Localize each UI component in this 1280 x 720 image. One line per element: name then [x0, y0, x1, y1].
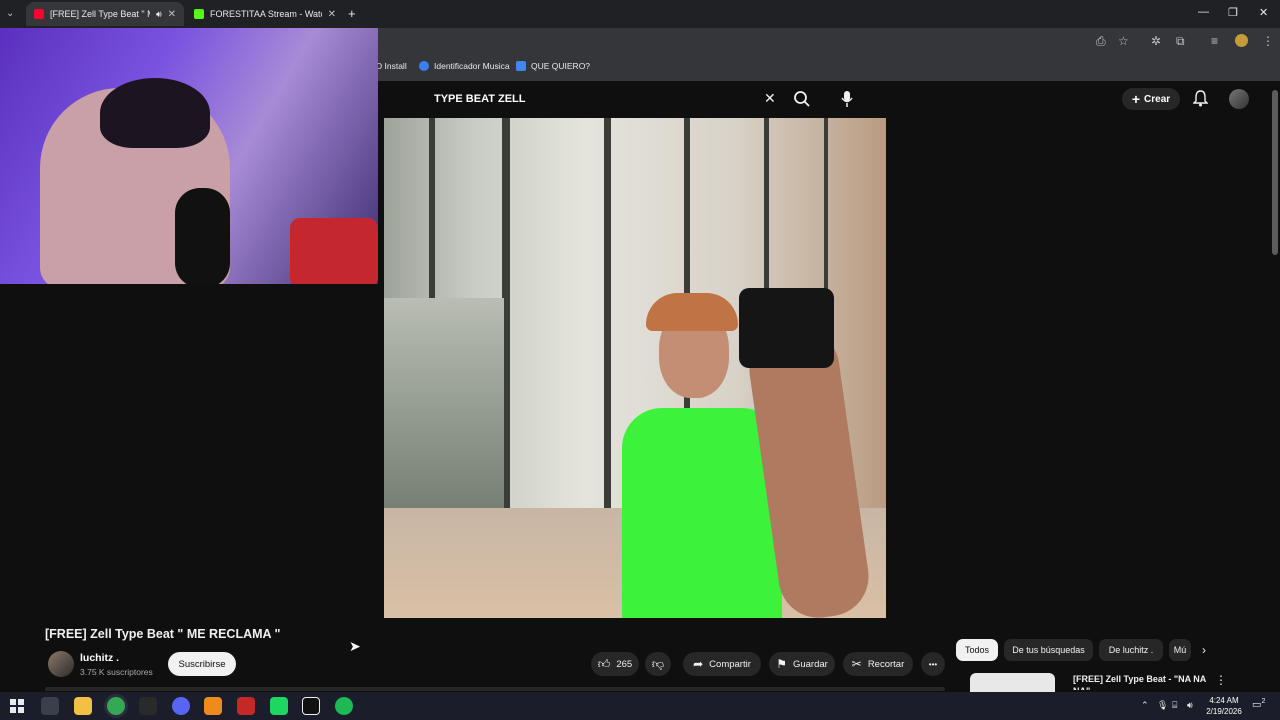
- share-label: Compartir: [709, 658, 751, 670]
- youtube-favicon-icon: [34, 9, 44, 19]
- speaker-icon[interactable]: 🔊︎: [156, 9, 162, 20]
- video-title: [FREE] Zell Type Beat " ME RECLAMA ": [45, 627, 281, 641]
- thumbs-up-icon: 👍︎: [597, 656, 611, 671]
- subscriber-count: 3.75 K suscriptores: [80, 667, 153, 677]
- more-actions-button[interactable]: •••: [921, 652, 945, 676]
- extension-icon[interactable]: ✲: [1151, 34, 1161, 48]
- tab-kick[interactable]: FORESTITAA Stream - Watch Li ✕: [186, 2, 344, 26]
- kick-icon[interactable]: [270, 697, 288, 715]
- thumbs-down-icon: 👎︎: [651, 656, 665, 671]
- search-icon: [794, 91, 810, 107]
- tab-search-icon[interactable]: ⌄: [6, 8, 14, 19]
- left-blank-area: [0, 284, 384, 618]
- channel-avatar[interactable]: [48, 651, 74, 677]
- dislike-button[interactable]: 👎︎: [645, 652, 671, 676]
- voice-search-button[interactable]: [840, 90, 854, 113]
- file-explorer-icon[interactable]: [74, 697, 92, 715]
- chip-todos[interactable]: Todos: [956, 639, 998, 661]
- spotify-icon[interactable]: [335, 697, 353, 715]
- task-view-icon[interactable]: [41, 697, 59, 715]
- video-player[interactable]: [384, 118, 886, 618]
- media-control-icon[interactable]: ≡: [1211, 34, 1218, 48]
- save-button[interactable]: ⚑ Guardar: [769, 652, 835, 676]
- scrollbar-thumb[interactable]: [1272, 90, 1278, 255]
- chrome-menu-icon[interactable]: ⋮: [1262, 34, 1274, 48]
- account-avatar[interactable]: [1229, 89, 1249, 109]
- browser-tab-strip: ⌄ [FREE] Zell Type Beat " ME R 🔊︎ ✕ FORE…: [0, 0, 1280, 28]
- recommendation-thumbnail[interactable]: [970, 673, 1055, 693]
- recommendation-title[interactable]: [FREE] Zell Type Beat - "NA NA NA": [1073, 673, 1213, 690]
- install-app-icon[interactable]: ⎙: [1096, 34, 1106, 49]
- like-count: 265: [616, 658, 633, 670]
- tab-label: [FREE] Zell Type Beat " ME R: [50, 9, 150, 19]
- epic-games-icon[interactable]: [139, 697, 157, 715]
- create-button[interactable]: + Crear: [1122, 88, 1180, 110]
- scissors-icon: ✂: [851, 657, 862, 671]
- new-tab-button[interactable]: +: [348, 6, 356, 21]
- bookmark-install[interactable]: D Install: [376, 61, 407, 71]
- bookmark-star-icon[interactable]: ☆: [1118, 34, 1129, 48]
- bookmark-icon: ⚑: [776, 657, 787, 671]
- windows-taskbar: [0, 692, 1280, 720]
- close-tab-icon[interactable]: ✕: [328, 9, 336, 20]
- chrome-icon[interactable]: [107, 697, 125, 715]
- create-label: Crear: [1144, 93, 1171, 105]
- horizontal-scrollbar: [45, 687, 945, 691]
- shazam-icon: [419, 61, 429, 71]
- docs-icon: [516, 61, 526, 71]
- minimize-button[interactable]: —: [1198, 6, 1209, 18]
- search-button[interactable]: [793, 90, 811, 113]
- close-tab-icon[interactable]: ✕: [168, 9, 176, 20]
- kick-favicon-icon: [194, 9, 204, 19]
- chip-de-luchitz[interactable]: De luchitz .: [1099, 639, 1163, 661]
- fl-studio-icon[interactable]: [204, 697, 222, 715]
- webcam-overlay: [0, 28, 378, 284]
- voicemeeter-icon[interactable]: [237, 697, 255, 715]
- volume-icon[interactable]: 🔊︎: [1187, 700, 1193, 711]
- share-button[interactable]: ➦ Compartir: [683, 652, 761, 676]
- tab-youtube[interactable]: [FREE] Zell Type Beat " ME R 🔊︎ ✕: [26, 2, 184, 26]
- channel-name[interactable]: luchitz .: [80, 652, 119, 664]
- like-button[interactable]: 👍︎ 265: [591, 652, 639, 676]
- save-label: Guardar: [792, 658, 828, 670]
- plus-icon: +: [1131, 91, 1141, 107]
- notification-count: 2: [1261, 698, 1266, 705]
- bell-icon: [1192, 90, 1209, 107]
- bookmark-que-quiero[interactable]: QUE QUIERO?: [516, 61, 590, 71]
- recommendation-menu-icon[interactable]: ⋮: [1215, 673, 1227, 687]
- bookmark-label: Identificador Musica: [434, 61, 510, 71]
- share-icon: ➦: [693, 657, 704, 671]
- capcut-icon[interactable]: [302, 697, 320, 715]
- restore-button[interactable]: ❐: [1228, 6, 1238, 19]
- network-icon[interactable]: ⌸: [1172, 700, 1177, 711]
- bookmark-identificador-musica[interactable]: Identificador Musica: [419, 61, 510, 71]
- discord-icon[interactable]: [172, 697, 190, 715]
- mouse-cursor-icon: ➤: [349, 638, 361, 654]
- taskbar-clock[interactable]: 4:24 AM 2/19/2026: [1200, 695, 1248, 717]
- profile-avatar[interactable]: [1235, 34, 1248, 47]
- time: 4:24 AM: [1209, 696, 1239, 705]
- subscribe-button[interactable]: Suscribirse: [168, 652, 236, 676]
- search-input[interactable]: TYPE BEAT ZELL: [425, 86, 790, 112]
- tab-label: FORESTITAA Stream - Watch Li: [210, 9, 322, 19]
- close-window-button[interactable]: ✕: [1259, 6, 1268, 19]
- notification-center-icon[interactable]: ▭2: [1252, 698, 1265, 710]
- chip-musica[interactable]: Mú: [1169, 639, 1191, 661]
- bookmark-label: QUE QUIERO?: [531, 61, 591, 71]
- notifications-button[interactable]: [1192, 90, 1209, 112]
- bookmark-label: D Install: [376, 61, 407, 71]
- tray-chevron-icon[interactable]: ⌃: [1141, 700, 1149, 711]
- microphone-tray-icon[interactable]: 🎙︎: [1157, 700, 1168, 711]
- date: 2/19/2026: [1206, 707, 1242, 716]
- clear-search-icon[interactable]: ✕: [764, 90, 776, 107]
- chevron-right-icon[interactable]: ›: [1202, 643, 1206, 657]
- extensions-puzzle-icon[interactable]: ⧉: [1176, 34, 1185, 49]
- clip-label: Recortar: [867, 658, 905, 670]
- start-icon[interactable]: [8, 697, 26, 715]
- clip-button[interactable]: ✂ Recortar: [843, 652, 913, 676]
- microphone-icon: [841, 91, 853, 107]
- chip-de-tus-busquedas[interactable]: De tus búsquedas: [1004, 639, 1093, 661]
